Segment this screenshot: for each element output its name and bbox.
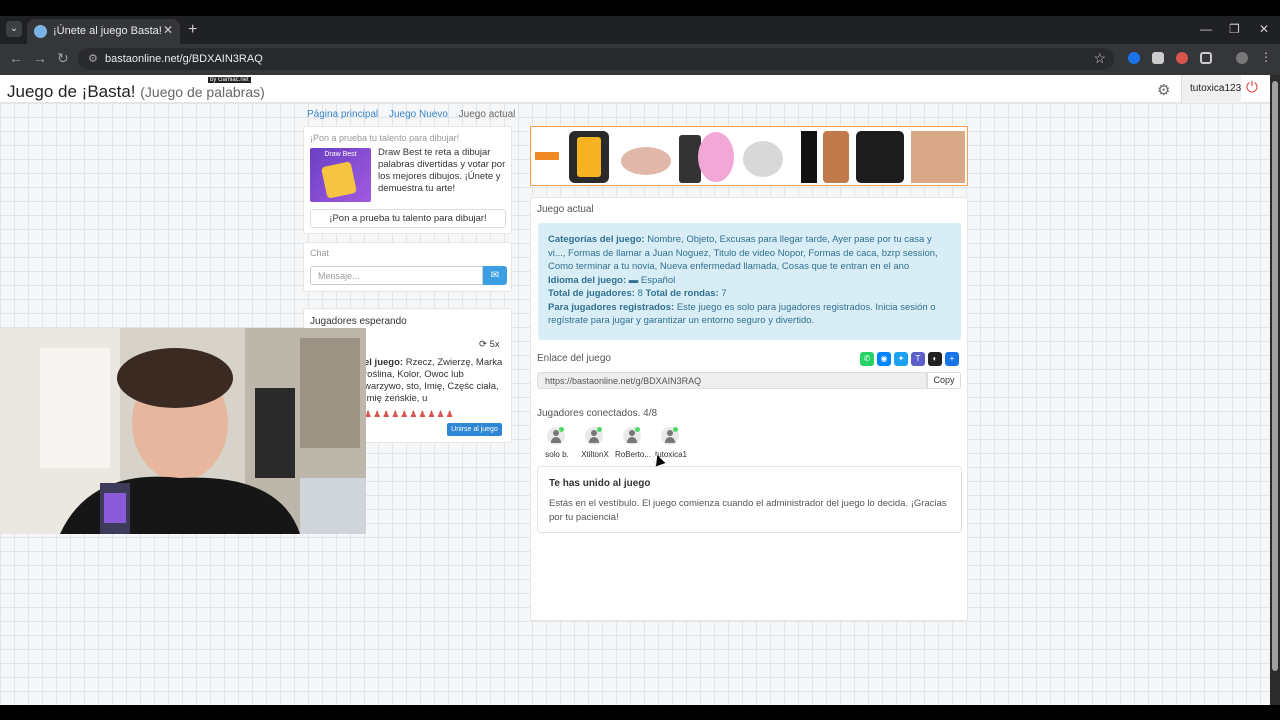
player-card[interactable]: solo b. <box>537 427 577 463</box>
user-menu[interactable]: tutoxica123 <box>1181 75 1241 103</box>
joined-title: Te has unido al juego <box>549 478 651 489</box>
site-info-icon[interactable]: ⚙ <box>88 52 98 65</box>
speech-bubble-icon: ✉ <box>490 270 500 281</box>
puzzle-icon[interactable] <box>1200 52 1212 64</box>
site-title-text: Juego de ¡Basta! <box>7 82 136 101</box>
promo-card: ¡Pon a prueba tu talento para dibujar! D… <box>303 126 512 234</box>
snapchat-icon[interactable]: ◐ <box>928 352 942 366</box>
draw-best-image[interactable]: Draw Best <box>310 148 371 202</box>
menu-kebab-icon[interactable]: ⋮ <box>1260 51 1272 64</box>
url-text: bastaonline.net/g/BDXAIN3RAQ <box>105 53 263 65</box>
scrollbar-thumb[interactable] <box>1272 81 1278 671</box>
connected-players-title: Jugadores conectados. 4/8 <box>537 408 658 419</box>
shield-icon[interactable] <box>1152 52 1164 64</box>
player-slots-icons: ♟♟♟♟♟♟♟♟♟♟ <box>364 409 455 419</box>
advertisement-banner[interactable] <box>530 126 968 186</box>
promo-title: ¡Pon a prueba tu talento para dibujar! <box>310 133 460 143</box>
online-status-dot <box>635 427 640 432</box>
back-icon[interactable]: ← <box>9 50 23 66</box>
chat-card: Chat Mensaje... ✉ <box>303 242 512 292</box>
draw-best-logo-text: Draw Best <box>324 151 357 158</box>
webcam-image <box>0 328 366 534</box>
web-page: Juego de ¡Basta! (Juego de palabras) by … <box>0 75 1270 705</box>
total-players-label: Total de jugadores: <box>548 288 635 299</box>
tab-search-icon[interactable]: ⌄ <box>6 21 22 37</box>
page-scrollbar[interactable] <box>1270 75 1280 705</box>
maximize-icon[interactable]: ❐ <box>1229 22 1240 36</box>
breadcrumb: Página principal Juego Nuevo Juego actua… <box>307 109 515 120</box>
promo-text: Draw Best te reta a dibujar palabras div… <box>378 147 506 194</box>
online-status-dot <box>673 427 678 432</box>
os-bottom-bar <box>0 705 1280 720</box>
profile-avatar[interactable] <box>1236 52 1248 64</box>
game-link-title: Enlace del juego <box>537 353 611 364</box>
pencil-icon <box>321 161 357 199</box>
webcam-overlay <box>0 328 366 534</box>
current-game-title: Juego actual <box>537 204 594 215</box>
bookmark-star-icon[interactable]: ☆ <box>1093 50 1106 67</box>
current-game-card: Juego actual Categorías del juego: Nombr… <box>530 197 968 621</box>
player-card[interactable]: RoBerto... <box>613 427 653 463</box>
breadcrumb-home[interactable]: Página principal <box>307 109 378 120</box>
breadcrumb-new-game[interactable]: Juego Nuevo <box>389 109 448 120</box>
flag-icon: ▬ <box>628 274 639 286</box>
os-top-bar <box>0 0 1280 16</box>
promo-button[interactable]: ¡Pon a prueba tu talento para dibujar! <box>310 209 506 228</box>
online-status-dot <box>559 427 564 432</box>
join-game-button[interactable]: Unirse al juego <box>447 423 502 436</box>
teams-icon[interactable]: T <box>911 352 925 366</box>
rounds-badge: ⟳ 5x <box>479 339 500 350</box>
player-name: solo b. <box>545 450 569 459</box>
twitter-icon[interactable]: ✦ <box>894 352 908 366</box>
window-close-icon[interactable]: ✕ <box>1259 22 1269 36</box>
player-name: XtiltonX <box>581 450 609 459</box>
logout-power-icon[interactable]: ⏻ <box>1246 79 1258 96</box>
chat-message-input[interactable]: Mensaje... <box>310 266 483 285</box>
game-link-field[interactable]: https://bastaonline.net/g/BDXAIN3RAQ <box>537 372 927 389</box>
whatsapp-icon[interactable]: ✆ <box>860 352 874 366</box>
player-name: RoBerto... <box>614 450 651 459</box>
browser-tab[interactable]: ¡Únete al juego Basta! ✕ <box>27 19 180 44</box>
gamiac-badge[interactable]: by Gamiac.net <box>208 77 251 83</box>
total-players-value: 8 <box>637 288 643 299</box>
messenger-icon[interactable]: ◉ <box>877 352 891 366</box>
waiting-game-description: el juego: Rzecz, Zwierzę, Marka roślina,… <box>364 357 503 404</box>
registered-label: Para jugadores registrados: <box>548 301 675 313</box>
extension-blue-icon[interactable] <box>1128 52 1140 64</box>
site-subtitle: (Juego de palabras) <box>140 84 265 100</box>
language-value: Español <box>640 274 676 286</box>
page-title: Juego de ¡Basta! (Juego de palabras) <box>7 82 265 102</box>
gear-icon[interactable]: ⚙ <box>1157 81 1170 99</box>
online-status-dot <box>597 427 602 432</box>
site-header: Juego de ¡Basta! (Juego de palabras) by … <box>0 75 1270 103</box>
globe-icon <box>34 25 47 38</box>
chat-send-button[interactable]: ✉ <box>483 266 507 285</box>
forward-icon[interactable]: → <box>33 50 47 66</box>
reload-icon[interactable]: ↻ <box>57 50 69 67</box>
total-rounds-value: 7 <box>721 288 727 299</box>
categories-label: Categorías del juego: <box>548 234 645 245</box>
tab-title: ¡Únete al juego Basta! <box>53 25 162 37</box>
close-tab-icon[interactable]: ✕ <box>163 23 173 37</box>
minimize-icon[interactable]: — <box>1200 22 1212 36</box>
copy-button[interactable]: Copy <box>927 372 961 389</box>
address-bar[interactable]: ⚙ bastaonline.net/g/BDXAIN3RAQ ☆ <box>78 48 1114 70</box>
joined-text: Estás en el vestíbulo. El juego comienza… <box>549 498 947 523</box>
new-tab-button[interactable]: + <box>188 21 197 39</box>
share-plus-icon[interactable]: + <box>945 352 959 366</box>
game-info-box: Categorías del juego: Nombre, Objeto, Ex… <box>538 223 961 340</box>
joined-notice: Te has unido al juego Estás en el vestíb… <box>537 466 962 533</box>
ad-product-images <box>531 127 967 185</box>
language-label: Idioma del juego: <box>548 274 627 286</box>
waiting-title: Jugadores esperando <box>310 316 407 327</box>
total-rounds-label: Total de rondas: <box>645 288 719 299</box>
chat-title: Chat <box>310 248 330 258</box>
player-card[interactable]: XtiltonX <box>575 427 615 463</box>
breadcrumb-current: Juego actual <box>458 109 516 120</box>
extension-red-icon[interactable] <box>1176 52 1188 64</box>
username: tutoxica123 <box>1190 83 1242 94</box>
